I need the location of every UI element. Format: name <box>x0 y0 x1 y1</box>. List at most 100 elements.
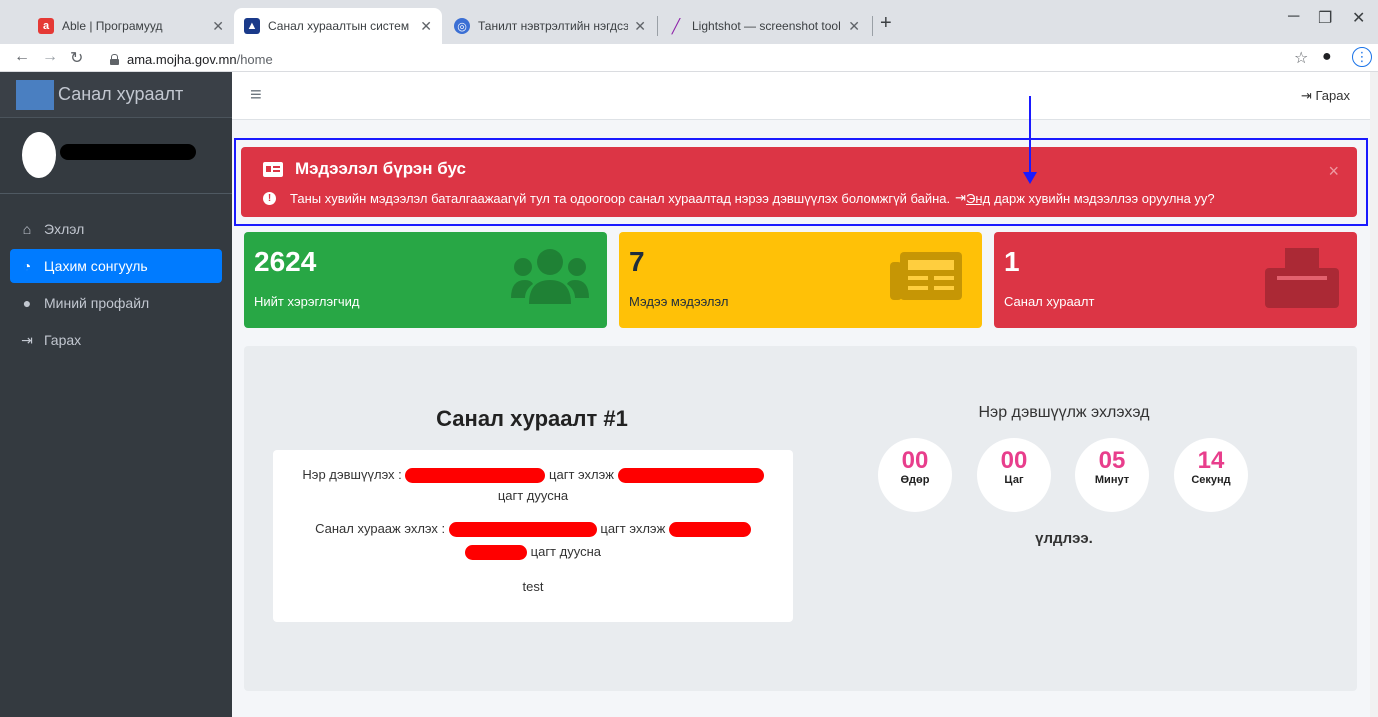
countdown-seconds: 14 Секунд <box>1174 438 1248 512</box>
logout-label: Гарах <box>1315 88 1351 103</box>
profile-icon[interactable]: ● <box>1322 48 1332 66</box>
sidebar-item-label: Эхлэл <box>44 221 85 237</box>
voting-end-line: цагт дуусна <box>273 544 793 561</box>
tab-title: Able | Програмууд <box>62 19 163 33</box>
annotation-arrow <box>1029 96 1031 176</box>
countdown-label: Минут <box>1094 474 1130 486</box>
countdown-title: Нэр дэвшүүлж эхлэхэд <box>978 404 1150 421</box>
lock-icon <box>110 53 119 65</box>
sidebar-item-logout[interactable]: ⇥ Гарах <box>10 323 222 357</box>
browser-tab-auth[interactable]: ◎ Танилт нэвтрэлтийн нэгдсэн сис ✕ <box>444 8 656 44</box>
start-suffix: цагт эхлэж <box>600 521 666 536</box>
address-bar: ← → ↻ ama.mojha.gov.mn/home ☆ ● ⋮ <box>0 44 1378 72</box>
ballot-box-icon <box>1265 248 1339 308</box>
countdown-label: Цаг <box>1004 474 1024 486</box>
forward-arrow-icon[interactable]: → <box>42 48 58 66</box>
restore-icon[interactable]: ❐ <box>1318 8 1332 28</box>
close-tab-icon[interactable]: ✕ <box>420 18 432 35</box>
sidebar-item-label: Цахим сонгууль <box>44 258 148 274</box>
countdown-label: Өдөр <box>900 474 930 486</box>
poll-title: Санал хураалт #1 <box>436 406 628 431</box>
stat-box-users[interactable]: 2624 Нийт хэрэглэгчид <box>244 232 607 328</box>
emblem-favicon-icon: ▲ <box>244 18 260 34</box>
navbar-logout-link[interactable]: ⇥ Гарах <box>1301 88 1350 104</box>
annotation-arrow-head <box>1023 172 1037 184</box>
close-tab-icon[interactable]: ✕ <box>212 18 224 35</box>
bookmark-star-icon[interactable]: ☆ <box>1294 48 1308 68</box>
tab-title: Санал хураалтын систем <box>268 19 410 33</box>
browser-tab-bar: a Able | Програмууд ✕ ▲ Санал хураалтын … <box>0 0 1378 44</box>
sidebar-item-profile[interactable]: ● Миний профайл <box>10 286 222 320</box>
close-tab-icon[interactable]: ✕ <box>848 18 860 35</box>
minimize-icon[interactable]: ─ <box>1288 8 1299 26</box>
sidebar-item-label: Гарах <box>44 332 82 348</box>
reload-icon[interactable]: ↻ <box>70 48 83 68</box>
voting-line: Санал хурааж эхлэх : цагт эхлэж <box>273 521 793 538</box>
countdown-minutes: 05 Минут <box>1075 438 1149 512</box>
menu-dots-icon[interactable]: ⋮ <box>1352 47 1372 67</box>
brand-logo <box>16 79 54 110</box>
browser-tab-lightshot[interactable]: ╱ Lightshot — screenshot tool for ✕ <box>658 8 870 44</box>
countdown-value: 00 <box>901 447 929 474</box>
redacted-username <box>60 144 196 160</box>
browser-tab-able[interactable]: a Able | Програмууд ✕ <box>28 8 234 44</box>
stat-box-votes[interactable]: 1 Санал хураалт <box>994 232 1357 328</box>
stat-label: Нийт хэрэглэгчид <box>254 294 360 309</box>
logout-icon: ⇥ <box>21 331 33 348</box>
feather-favicon-icon: ╱ <box>671 17 681 34</box>
end-suffix: цагт дуусна <box>497 488 569 503</box>
new-tab-button[interactable]: + <box>880 12 892 35</box>
redacted-date <box>617 468 764 484</box>
countdown-label: Секунд <box>1191 474 1231 486</box>
stat-label: Мэдээ мэдээлэл <box>629 294 729 309</box>
sidebar-menu: ⌂ Эхлэл ◔ Цахим сонгууль ● Миний профайл… <box>0 194 232 357</box>
url-field[interactable]: ama.mojha.gov.mn/home <box>110 49 273 69</box>
redacted-date <box>668 522 751 538</box>
nomination-line: Нэр дэвшүүлэх : цагт эхлэж <box>273 467 793 484</box>
nomination-end-line: цагт дуусна <box>273 488 793 503</box>
hamburger-menu-icon[interactable]: ≡ <box>250 84 262 107</box>
stat-value: 2624 <box>254 246 317 277</box>
countdown-value: 14 <box>1197 447 1225 474</box>
poll-description: test <box>522 579 544 594</box>
annotation-highlight-box <box>234 138 1368 226</box>
stat-box-news[interactable]: 7 Мэдээ мэдээлэл <box>619 232 982 328</box>
sidebar: Санал хураалт ⌂ Эхлэл ◔ Цахим сонгууль ●… <box>0 72 232 717</box>
poll-schedule-card: Нэр дэвшүүлэх : цагт эхлэж цагт дуусна С… <box>273 450 793 622</box>
close-window-icon[interactable]: ✕ <box>1352 8 1365 28</box>
newspaper-icon <box>890 252 962 300</box>
home-icon: ⌂ <box>22 221 32 237</box>
sidebar-item-label: Миний профайл <box>44 295 150 311</box>
countdown-remaining: үлдлээ. <box>1035 530 1093 547</box>
countdown-days: 00 Өдөр <box>878 438 952 512</box>
brand-text: Санал хураалт <box>58 84 184 104</box>
users-icon <box>511 249 589 304</box>
sidebar-item-home[interactable]: ⌂ Эхлэл <box>10 212 222 246</box>
brand-link[interactable]: Санал хураалт <box>0 72 232 118</box>
tab-separator <box>872 16 873 36</box>
nomination-label: Нэр дэвшүүлэх : <box>302 467 402 482</box>
browser-tab-voting-system[interactable]: ▲ Санал хураалтын систем ✕ <box>234 8 442 44</box>
stat-value: 7 <box>629 246 645 277</box>
tab-title: Танилт нэвтрэлтийн нэгдсэн сис <box>478 19 629 33</box>
redacted-date <box>405 468 546 484</box>
url-host: ama.mojha.gov.mn <box>127 51 237 67</box>
back-arrow-icon[interactable]: ← <box>14 48 30 66</box>
voting-label: Санал хурааж эхлэх : <box>315 521 446 536</box>
close-tab-icon[interactable]: ✕ <box>634 18 646 35</box>
top-navbar: ≡ ⇥ Гарах <box>232 72 1378 120</box>
avatar <box>22 132 56 178</box>
sidebar-item-e-election[interactable]: ◔ Цахим сонгууль <box>10 249 222 283</box>
end-suffix: цагт дуусна <box>530 544 601 559</box>
dashboard-icon: ◔ <box>22 258 32 274</box>
countdown-value: 00 <box>1000 447 1028 474</box>
countdown-value: 05 <box>1098 447 1126 474</box>
start-suffix: цагт эхлэж <box>549 467 614 482</box>
main-content: ≡ ⇥ Гарах Мэдээлэл бүрэн бус ! Таны хуви… <box>232 72 1378 717</box>
stat-label: Санал хураалт <box>1004 294 1095 309</box>
user-icon: ● <box>22 295 32 311</box>
page-scrollbar[interactable] <box>1370 72 1378 717</box>
url-path: /home <box>236 51 273 67</box>
user-panel <box>0 118 232 194</box>
globe-favicon-icon: ◎ <box>454 18 470 34</box>
